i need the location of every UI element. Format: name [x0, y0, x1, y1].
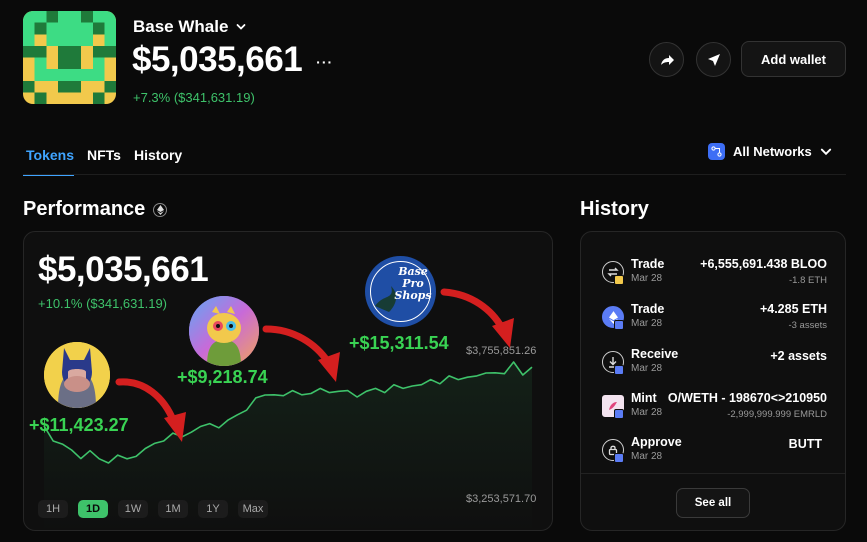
network-badge-icon [614, 453, 624, 463]
tab-history[interactable]: History [131, 146, 182, 176]
tx-type: Trade [631, 257, 665, 271]
tx-date: Mar 28 [631, 451, 663, 462]
red-arrow-icon [440, 288, 514, 348]
tx-date: Mar 28 [631, 363, 663, 374]
tx-type: Trade [631, 302, 665, 316]
history-row[interactable]: Receive Mar 28 +2 assets [581, 343, 845, 383]
tab-nfts[interactable]: NFTs [84, 146, 121, 176]
gain-label: +$11,423.27 [29, 415, 129, 435]
range-1m[interactable]: 1M [158, 500, 188, 518]
history-divider [581, 473, 845, 474]
performance-title: Performance [23, 198, 168, 221]
network-selector[interactable]: All Networks [708, 143, 832, 160]
wallet-name: Base Whale [133, 17, 229, 36]
see-all-button[interactable]: See all [676, 488, 750, 518]
time-range-selector: 1H 1D 1W 1M 1Y Max [38, 500, 268, 518]
history-title: History [580, 198, 649, 220]
tx-detail: -1.8 ETH [788, 275, 827, 286]
history-row[interactable]: Trade Mar 28 +4.285 ETH -3 assets [581, 298, 845, 338]
tx-detail: -3 assets [788, 320, 827, 331]
performance-title-text: Performance [23, 198, 146, 220]
performance-card: $5,035,661 +10.1% ($341,631.19) $3,755,8… [23, 231, 553, 531]
callout-arrows [115, 288, 514, 442]
tx-amount: +4.285 ETH [759, 302, 827, 316]
network-badge-icon [614, 320, 624, 330]
tx-amount: O/WETH - 198670<>210950 [667, 391, 827, 405]
history-row[interactable]: Trade Mar 28 +6,555,691.438 BLOO -1.8 ET… [581, 253, 845, 293]
eth-icon [153, 202, 168, 217]
more-options-button[interactable]: ··· [316, 54, 333, 80]
send-button[interactable] [696, 42, 731, 77]
range-1y[interactable]: 1Y [198, 500, 228, 518]
gain-label: +$9,218.74 [177, 367, 268, 387]
send-arrow-icon [707, 53, 720, 66]
tx-type: Mint [631, 391, 657, 405]
wallet-balance: $5,035,661 [132, 40, 303, 79]
network-badge-icon [614, 409, 624, 419]
range-1w[interactable]: 1W [118, 500, 148, 518]
tx-amount: +6,555,691.438 BLOO [700, 257, 827, 271]
share-button[interactable] [649, 42, 684, 77]
wallet-avatar [23, 11, 116, 104]
chevron-down-icon [820, 148, 831, 155]
tx-amount: +2 assets [770, 349, 827, 363]
tx-date: Mar 28 [631, 407, 663, 418]
history-card: Trade Mar 28 +6,555,691.438 BLOO -1.8 ET… [580, 231, 846, 531]
red-arrow-icon [115, 378, 186, 442]
networks-icon [708, 143, 725, 160]
tabs-divider [23, 174, 846, 175]
token-badge-icon [614, 275, 624, 285]
share-arrow-icon [660, 54, 674, 65]
range-max[interactable]: Max [238, 500, 268, 518]
range-1h[interactable]: 1H [38, 500, 68, 518]
tab-bar: Tokens NFTs History [23, 146, 192, 176]
tx-date: Mar 28 [631, 318, 663, 329]
add-wallet-button[interactable]: Add wallet [741, 41, 846, 77]
networks-label: All Networks [733, 144, 812, 159]
wallet-selector[interactable]: Base Whale [133, 17, 246, 37]
tx-date: Mar 28 [631, 273, 663, 284]
tx-detail: -2,999,999.999 EMRLD [727, 409, 827, 420]
wallet-change: +7.3% ($341,631.19) [133, 90, 255, 105]
history-row[interactable]: Mint Mar 28 O/WETH - 198670<>210950 -2,9… [581, 387, 845, 427]
tx-type: Receive [631, 347, 679, 361]
network-badge-icon [614, 365, 624, 375]
history-row[interactable]: Approve Mar 28 BUTT [581, 431, 845, 471]
gain-label: +$15,311.54 [349, 333, 449, 353]
tab-tokens[interactable]: Tokens [23, 146, 74, 176]
tx-amount: BUTT [788, 437, 822, 451]
tx-type: Approve [631, 435, 682, 449]
range-1d[interactable]: 1D [78, 500, 108, 518]
red-arrow-icon [262, 325, 340, 382]
chevron-down-icon [237, 24, 246, 30]
